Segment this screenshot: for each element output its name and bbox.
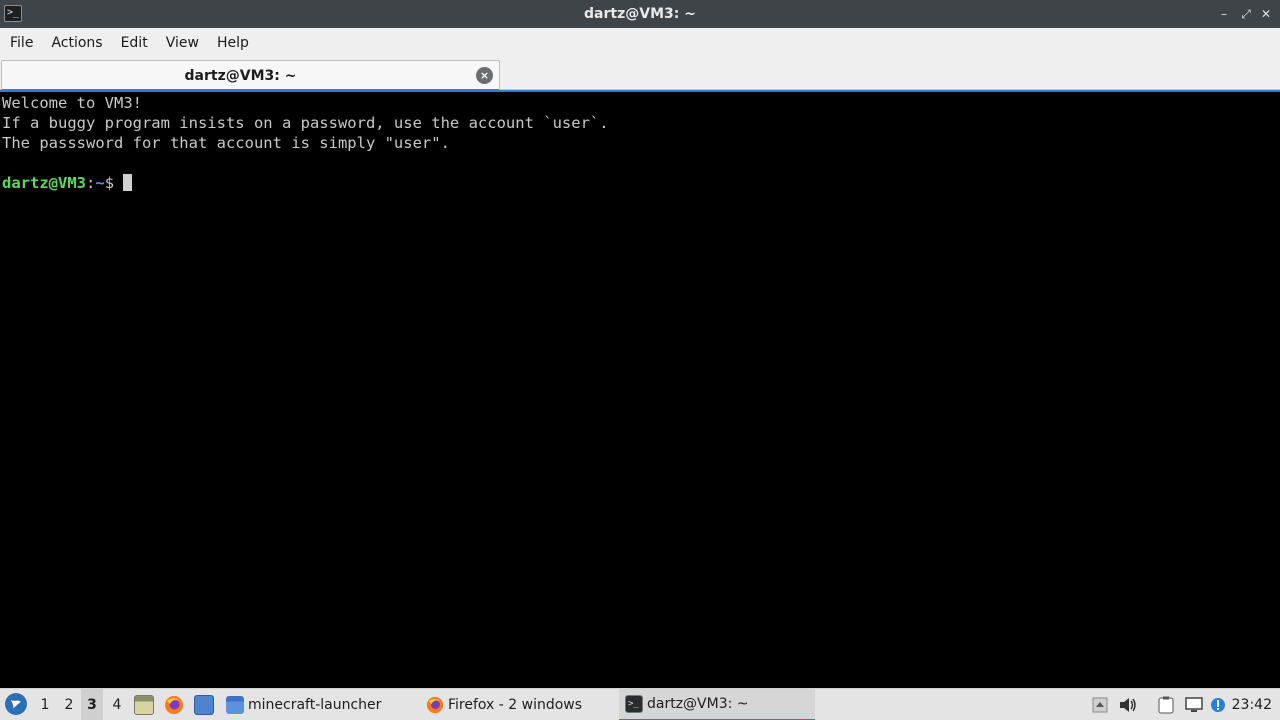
menu-file[interactable]: File [3,35,40,51]
taskbar: 1 2 3 4 minecraft-launcher Firefox - 2 w… [0,688,1280,720]
folder-icon [226,696,244,714]
menu-help[interactable]: Help [210,35,256,51]
task-firefox[interactable]: Firefox - 2 windows [420,689,616,720]
menu-edit[interactable]: Edit [114,35,155,51]
tray-expand-icon[interactable] [1090,695,1110,715]
desktop-icon[interactable] [194,695,214,715]
start-menu-icon[interactable] [5,693,27,715]
text-cursor [123,174,133,191]
notification-icon[interactable] [1208,695,1228,715]
tab-bar: dartz@VM3: ~ × [0,58,1280,91]
window-titlebar[interactable]: >_ dartz@VM3: ~ – ⤢ ✕ [0,0,1280,28]
workspace-2[interactable]: 2 [58,689,80,720]
task-label: Firefox - 2 windows [448,697,583,713]
tab-terminal[interactable]: dartz@VM3: ~ × [1,60,500,91]
tab-label: dartz@VM3: ~ [184,67,297,84]
prompt-symbol: $ [104,174,115,192]
task-label: minecraft-launcher [248,697,382,713]
clock[interactable]: 23:42 [1232,689,1272,720]
workspace-4[interactable]: 4 [106,689,128,720]
display-icon[interactable] [1184,695,1204,715]
task-label: dartz@VM3: ~ [647,696,749,712]
file-manager-icon[interactable] [134,695,154,715]
menu-view[interactable]: View [159,35,206,51]
prompt-separator: : [86,174,96,192]
workspace-3[interactable]: 3 [81,689,103,720]
workspace-1[interactable]: 1 [34,689,56,720]
window-title: dartz@VM3: ~ [584,6,696,22]
tab-close-icon[interactable]: × [476,67,493,84]
menu-actions[interactable]: Actions [44,35,109,51]
terminal-line: Welcome to VM3! [2,94,142,112]
terminal-prompt-line: dartz@VM3:~$ [2,173,1278,193]
terminal-app-icon[interactable]: >_ [4,5,22,22]
terminal-line: If a buggy program insists on a password… [2,114,609,132]
terminal-area[interactable]: Welcome to VM3! If a buggy program insis… [0,90,1280,688]
task-terminal[interactable]: >_ dartz@VM3: ~ [619,689,815,720]
firefox-icon[interactable] [164,695,184,715]
close-button[interactable]: ✕ [1256,0,1276,28]
prompt-path: ~ [95,174,105,192]
task-minecraft-launcher[interactable]: minecraft-launcher [220,689,416,720]
firefox-icon [426,696,444,714]
maximize-button[interactable]: ⤢ [1236,0,1256,28]
prompt-user-host: dartz@VM3 [2,174,86,192]
clipboard-icon[interactable] [1156,695,1176,715]
volume-icon[interactable] [1118,695,1138,715]
terminal-icon: >_ [625,695,643,713]
minimize-button[interactable]: – [1214,0,1234,28]
terminal-line: The passsword for that account is simply… [2,134,450,152]
menu-bar: File Actions Edit View Help [0,28,1280,58]
